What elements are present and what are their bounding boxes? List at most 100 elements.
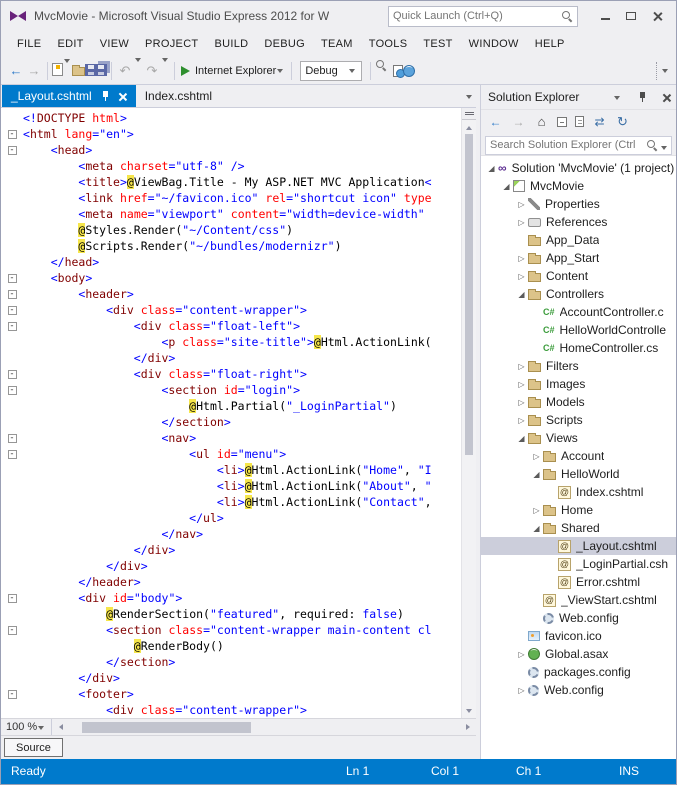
tree-item-packages-config[interactable]: packages.config	[481, 663, 676, 681]
tree-item-homecontroller-cs[interactable]: C#HomeController.cs	[481, 339, 676, 357]
page-inspector-icon[interactable]	[393, 65, 403, 77]
expander-icon[interactable]: ◢	[515, 290, 528, 299]
tree-item-layout-cshtml[interactable]: @_Layout.cshtml	[481, 537, 676, 555]
quick-launch-input[interactable]	[393, 10, 561, 22]
maximize-button[interactable]	[618, 6, 644, 26]
tree-item-filters[interactable]: ▷Filters	[481, 357, 676, 375]
code-line[interactable]: </head>	[1, 254, 461, 270]
expander-icon[interactable]: ◢	[515, 434, 528, 443]
code-line[interactable]: <!DOCTYPE html>	[1, 110, 461, 126]
tab-layout-cshtml[interactable]: _Layout.cshtml	[2, 85, 136, 107]
menu-test[interactable]: TEST	[415, 31, 460, 57]
vertical-scroll-track[interactable]	[462, 132, 476, 706]
search-options-chevron-icon[interactable]	[661, 146, 667, 153]
tree-item-references[interactable]: ▷References	[481, 213, 676, 231]
navigate-backward-icon[interactable]	[7, 61, 25, 79]
code-line[interactable]: <meta charset="utf-8" />	[1, 158, 461, 174]
code-line[interactable]: </nav>	[1, 526, 461, 542]
solution-search-input[interactable]	[485, 136, 672, 155]
menu-team[interactable]: TEAM	[313, 31, 361, 57]
menu-project[interactable]: PROJECT	[137, 31, 206, 57]
menu-window[interactable]: WINDOW	[461, 31, 527, 57]
fold-collapse-icon[interactable]: -	[8, 274, 17, 283]
source-view-button[interactable]: Source	[4, 738, 63, 757]
code-line[interactable]: @Scripts.Render("~/bundles/modernizr")	[1, 238, 461, 254]
sync-active-icon[interactable]	[592, 114, 607, 129]
vertical-scroll-thumb[interactable]	[465, 134, 473, 455]
tree-item-home[interactable]: ▷Home	[481, 501, 676, 519]
code-line[interactable]: </div>	[1, 558, 461, 574]
fold-collapse-icon[interactable]: -	[8, 386, 17, 395]
window-position-chevron-icon[interactable]	[614, 96, 620, 103]
scroll-up-arrow[interactable]	[462, 120, 476, 132]
fold-collapse-icon[interactable]: -	[8, 626, 17, 635]
tree-item-scripts[interactable]: ▷Scripts	[481, 411, 676, 429]
code-line[interactable]: </div>	[1, 542, 461, 558]
menu-help[interactable]: HELP	[527, 31, 573, 57]
code-line[interactable]: <li>@Html.ActionLink("Home", "I	[1, 462, 461, 478]
close-tab-icon[interactable]	[118, 92, 127, 101]
editor-split-handle[interactable]	[462, 108, 476, 120]
code-line[interactable]: <li>@Html.ActionLink("About", "	[1, 478, 461, 494]
tree-item-favicon-ico[interactable]: favicon.ico	[481, 627, 676, 645]
browse-with-icon[interactable]	[403, 65, 415, 77]
tree-item-mvcmovie[interactable]: ◢MvcMovie	[481, 177, 676, 195]
redo-icon[interactable]	[143, 62, 161, 80]
expander-icon[interactable]: ◢	[530, 470, 543, 479]
expander-icon[interactable]: ▷	[515, 254, 528, 263]
tree-item-viewstart-cshtml[interactable]: @_ViewStart.cshtml	[481, 591, 676, 609]
code-line[interactable]: <li>@Html.ActionLink("Contact",	[1, 494, 461, 510]
menu-debug[interactable]: DEBUG	[256, 31, 313, 57]
code-line[interactable]: - <div id="body">	[1, 590, 461, 606]
tree-item-loginpartial-csh[interactable]: @_LoginPartial.csh	[481, 555, 676, 573]
find-in-files-icon[interactable]	[375, 59, 393, 77]
fold-collapse-icon[interactable]: -	[8, 306, 17, 315]
close-panel-icon[interactable]	[662, 93, 671, 102]
tree-item-properties[interactable]: ▷Properties	[481, 195, 676, 213]
expander-icon[interactable]: ▷	[515, 272, 528, 281]
tree-item-app-start[interactable]: ▷App_Start	[481, 249, 676, 267]
expander-icon[interactable]: ▷	[530, 452, 543, 461]
fold-collapse-icon[interactable]: -	[8, 450, 17, 459]
tree-item-error-cshtml[interactable]: @Error.cshtml	[481, 573, 676, 591]
code-line[interactable]: @RenderBody()	[1, 638, 461, 654]
undo-icon[interactable]	[116, 62, 134, 80]
chevron-down-icon[interactable]	[277, 69, 283, 76]
start-debugging-button[interactable]: Internet Explorer	[181, 65, 285, 77]
tree-item-web-config[interactable]: Web.config	[481, 609, 676, 627]
code-line[interactable]: </section>	[1, 654, 461, 670]
tree-item-account[interactable]: ▷Account	[481, 447, 676, 465]
code-line[interactable]: <meta name="viewport" content="width=dev…	[1, 206, 461, 222]
code-line[interactable]: - <ul id="menu">	[1, 446, 461, 462]
menu-view[interactable]: VIEW	[92, 31, 137, 57]
tree-item-content[interactable]: ▷Content	[481, 267, 676, 285]
code-line[interactable]: - <div class="float-left">	[1, 318, 461, 334]
fold-collapse-icon[interactable]: -	[8, 594, 17, 603]
fold-collapse-icon[interactable]: -	[8, 290, 17, 299]
tree-item-helloworld[interactable]: ◢HelloWorld	[481, 465, 676, 483]
code-line[interactable]: </section>	[1, 414, 461, 430]
tree-item-app-data[interactable]: App_Data	[481, 231, 676, 249]
tab-index-cshtml[interactable]: Index.cshtml	[136, 85, 221, 107]
expander-icon[interactable]: ▷	[515, 650, 528, 659]
code-line[interactable]: <p class="site-title">@Html.ActionLink(	[1, 334, 461, 350]
fold-collapse-icon[interactable]: -	[8, 146, 17, 155]
expander-icon[interactable]: ▷	[515, 362, 528, 371]
code-line[interactable]: <link href="~/favicon.ico" rel="shortcut…	[1, 190, 461, 206]
tree-item-web-config[interactable]: ▷Web.config	[481, 681, 676, 699]
code-line[interactable]: </header>	[1, 574, 461, 590]
tree-item-views[interactable]: ◢Views	[481, 429, 676, 447]
navigate-backward-icon[interactable]	[488, 114, 503, 129]
code-line[interactable]: - <div class="content-wrapper">	[1, 302, 461, 318]
menu-file[interactable]: FILE	[9, 31, 49, 57]
code-line[interactable]: - <footer>	[1, 686, 461, 702]
tree-item-accountcontroller-c[interactable]: C#AccountController.c	[481, 303, 676, 321]
pin-icon[interactable]	[101, 91, 110, 102]
code-area[interactable]: <!DOCTYPE html>-<html lang="en">- <head>…	[1, 108, 461, 718]
expander-icon[interactable]: ▷	[515, 686, 528, 695]
tree-item-controllers[interactable]: ◢Controllers	[481, 285, 676, 303]
show-all-files-icon[interactable]	[575, 116, 584, 127]
scroll-left-arrow[interactable]	[52, 724, 66, 730]
tree-item-models[interactable]: ▷Models	[481, 393, 676, 411]
open-file-icon[interactable]	[72, 67, 85, 76]
